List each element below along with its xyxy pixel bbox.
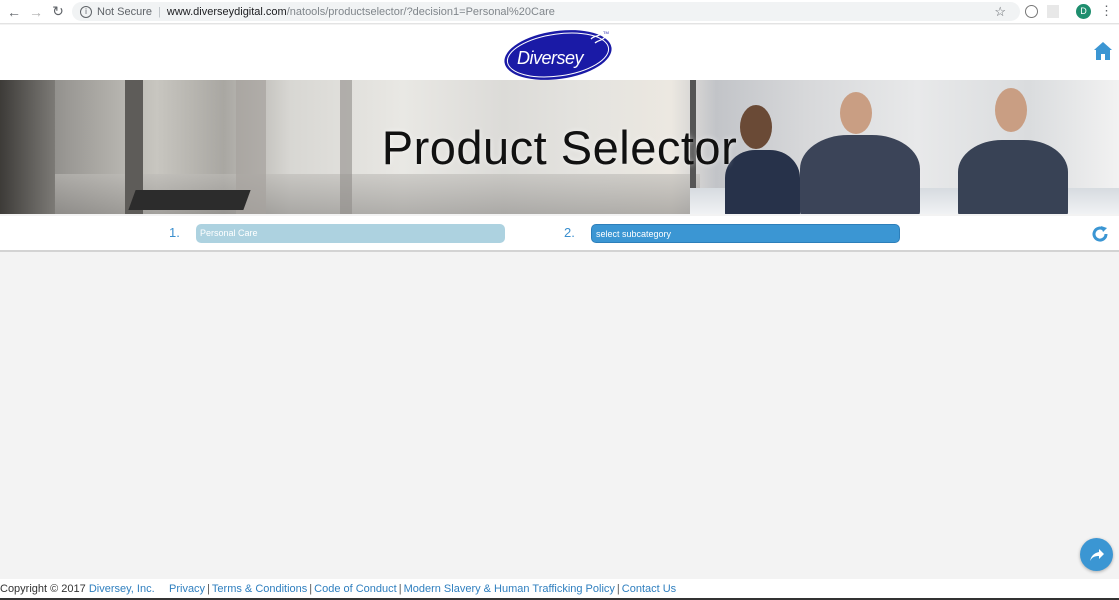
address-separator: | [158, 5, 161, 18]
step-2-number: 2. [564, 225, 575, 240]
security-label: Not Secure [97, 5, 153, 18]
desk-phone-image [128, 190, 251, 210]
subcategory-select[interactable]: select subcategory [591, 224, 900, 243]
back-arrow-icon[interactable]: ← [3, 1, 25, 23]
terms-link[interactable]: Terms & Conditions [212, 583, 307, 595]
code-of-conduct-link[interactable]: Code of Conduct [314, 583, 397, 595]
reload-icon[interactable]: ↻ [47, 1, 69, 23]
url-path: /natools/productselector/?decision1=Pers… [286, 5, 555, 18]
site-header: Diversey TM [0, 25, 1119, 80]
hero-banner: Product Selector [0, 80, 1119, 214]
kebab-menu-icon[interactable]: ⋮ [1100, 3, 1113, 19]
privacy-link[interactable]: Privacy [169, 583, 205, 595]
star-icon[interactable]: ☆ [994, 4, 1006, 20]
company-link[interactable]: Diversey, Inc. [89, 583, 155, 595]
modern-slavery-link[interactable]: Modern Slavery & Human Trafficking Polic… [404, 583, 615, 595]
page-title: Product Selector [381, 121, 738, 174]
url-host: www.diverseydigital.com [166, 5, 287, 18]
address-bar[interactable]: i Not Secure | www.diverseydigital.com/n… [72, 2, 1020, 21]
share-button[interactable] [1080, 538, 1113, 571]
profile-avatar[interactable]: D [1076, 4, 1091, 19]
forward-arrow-icon[interactable]: → [25, 1, 47, 23]
browser-toolbar: ← → ↻ i Not Secure | www.diverseydigital… [0, 0, 1119, 24]
product-selector-bar: 1. Personal Care 2. select subcategory [0, 216, 1119, 252]
logo-tm: TM [603, 30, 609, 35]
logo-text: Diversey [517, 48, 585, 68]
extension-icon[interactable] [1047, 5, 1059, 18]
footer-links: Privacy | Terms & Conditions | Code of Condu… [169, 583, 677, 595]
copyright: Copyright © 2017 Diversey, Inc. [0, 579, 155, 600]
extension-icon[interactable] [1025, 5, 1038, 18]
refresh-icon[interactable] [1091, 225, 1109, 243]
site-footer: Copyright © 2017 Diversey, Inc. Privacy |… [0, 579, 1119, 600]
home-icon[interactable] [1093, 41, 1113, 61]
share-arrow-icon [1089, 548, 1104, 561]
category-select[interactable]: Personal Care [196, 224, 505, 243]
step-1-number: 1. [169, 225, 180, 240]
diversey-logo[interactable]: Diversey TM [503, 27, 615, 80]
contact-link[interactable]: Contact Us [622, 583, 676, 595]
copyright-text: Copyright © 2017 [0, 583, 86, 595]
info-icon[interactable]: i [80, 5, 92, 18]
